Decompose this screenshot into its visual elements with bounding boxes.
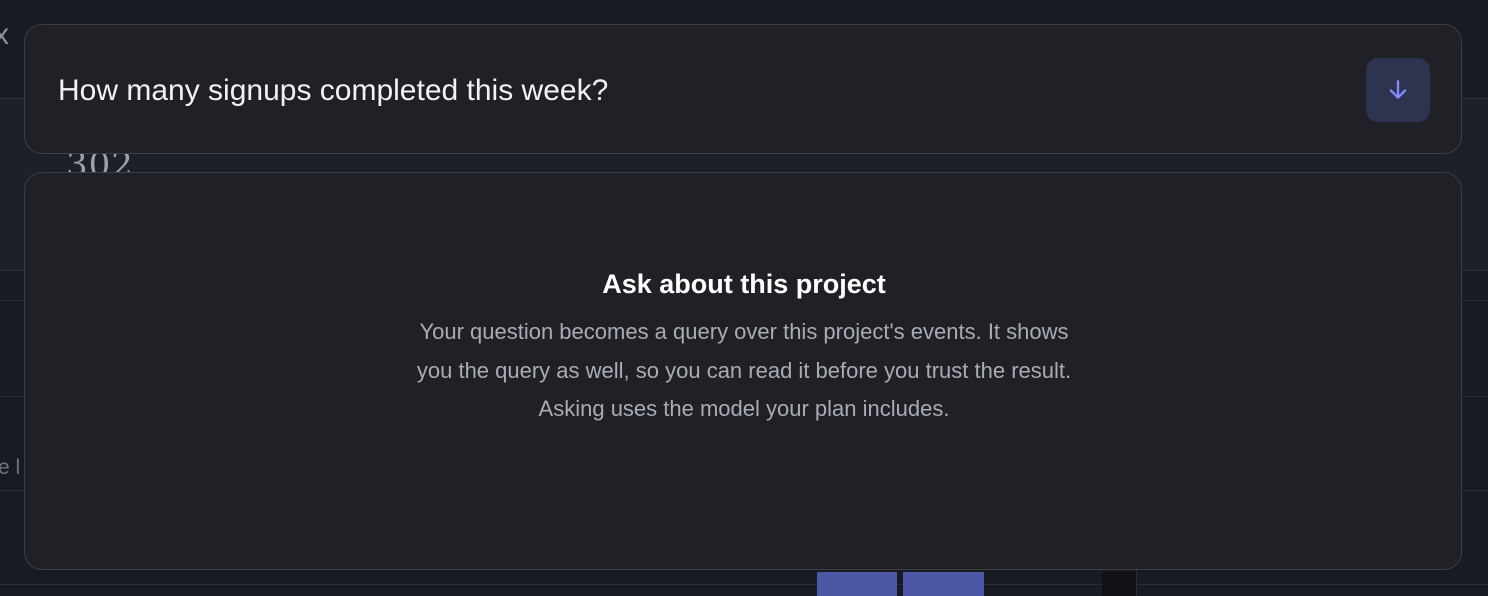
- background-close-icon: x: [0, 18, 9, 51]
- background-chart-bar: [903, 572, 984, 596]
- background-divider: [1136, 570, 1137, 596]
- ask-question-input[interactable]: [58, 69, 1338, 113]
- ask-info-panel: Ask about this project Your question bec…: [24, 172, 1462, 570]
- background-clipped-label: e l: [0, 456, 21, 479]
- background-divider: [0, 584, 1488, 585]
- ask-input-card: [24, 24, 1462, 154]
- arrow-down-icon: [1389, 80, 1407, 99]
- background-block: [1102, 572, 1136, 596]
- ask-panel-title: Ask about this project: [602, 269, 886, 299]
- ask-submit-button[interactable]: [1366, 58, 1430, 122]
- background-chart-bar: [817, 572, 897, 596]
- ask-panel-description: Your question becomes a query over this …: [416, 319, 1072, 421]
